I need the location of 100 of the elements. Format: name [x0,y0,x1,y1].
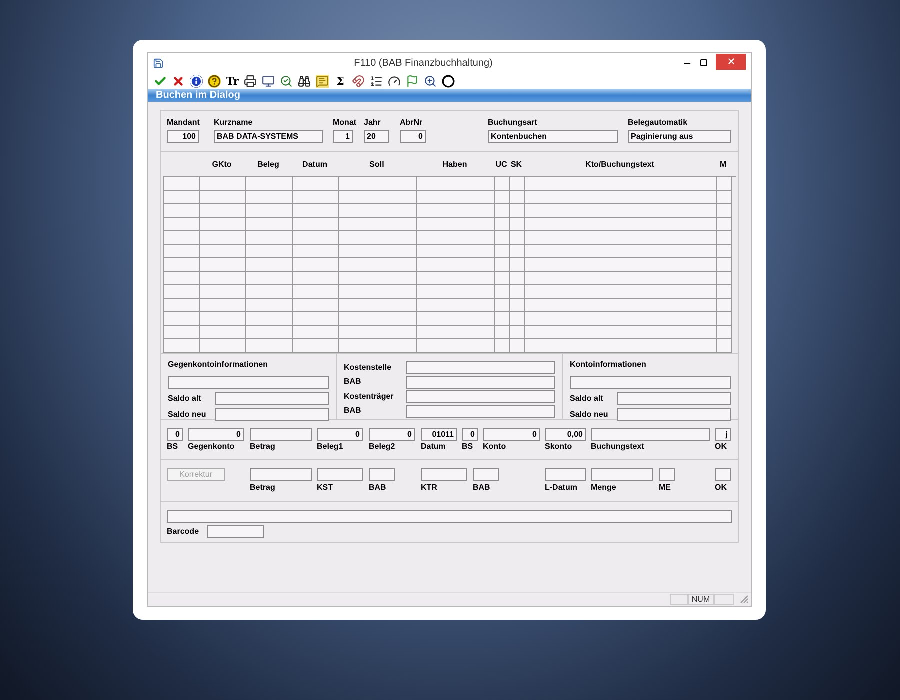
table-cell[interactable] [200,244,246,258]
table-cell[interactable] [510,204,525,218]
table-cell[interactable] [164,204,200,218]
table-cell[interactable] [246,204,293,218]
table-cell[interactable] [339,190,417,204]
table-cell[interactable] [495,272,510,285]
table-cell[interactable] [525,298,717,312]
table-cell[interactable] [339,231,417,244]
table-cell[interactable] [495,190,510,204]
table-cell[interactable] [525,312,717,326]
input-field[interactable]: Paginierung aus [628,130,731,143]
input-field[interactable] [421,468,467,481]
table-cell[interactable] [200,285,246,298]
table-cell[interactable] [717,312,732,326]
table-cell[interactable] [717,218,732,231]
table-cell[interactable] [525,231,717,244]
table-cell[interactable] [525,258,717,272]
maximize-icon[interactable] [700,59,708,67]
close-button[interactable] [716,54,746,70]
table-cell[interactable] [293,326,339,339]
table-cell[interactable] [495,326,510,339]
table-cell[interactable] [495,312,510,326]
table-cell[interactable] [495,231,510,244]
table-cell[interactable] [200,177,246,190]
table-cell[interactable] [293,177,339,190]
table-cell[interactable] [164,298,200,312]
table-cell[interactable] [200,272,246,285]
sum-button[interactable]: Σ [334,76,347,86]
binoculars-icon[interactable] [298,74,311,88]
gauge-icon[interactable] [388,74,401,88]
info-icon[interactable] [190,74,203,88]
input-field[interactable]: 0,00 [545,428,586,441]
table-cell[interactable] [510,190,525,204]
table-cell[interactable] [293,285,339,298]
table-cell[interactable] [510,298,525,312]
table-cell[interactable] [339,326,417,339]
table-cell[interactable] [495,258,510,272]
table-cell[interactable] [293,298,339,312]
input-field[interactable]: 100 [167,130,199,143]
input-field[interactable]: 1 [333,130,353,143]
table-cell[interactable] [200,326,246,339]
table-cell[interactable] [339,244,417,258]
table-cell[interactable] [717,231,732,244]
input-field[interactable] [207,525,264,538]
table-cell[interactable] [417,298,495,312]
table-cell[interactable] [246,326,293,339]
table-cell[interactable] [246,298,293,312]
table-cell[interactable] [525,326,717,339]
check-icon[interactable] [154,74,167,88]
table-cell[interactable] [417,326,495,339]
table-cell[interactable] [417,177,495,190]
input-field[interactable] [591,428,710,441]
input-field[interactable]: BAB DATA-SYSTEMS [214,130,323,143]
table-cell[interactable] [293,339,339,352]
table-cell[interactable] [510,231,525,244]
table-cell[interactable] [164,231,200,244]
table-cell[interactable] [510,244,525,258]
table-cell[interactable] [717,285,732,298]
table-cell[interactable] [495,204,510,218]
magnet-icon[interactable] [352,74,365,88]
table-cell[interactable] [339,218,417,231]
flag-icon[interactable] [406,74,419,88]
table-cell[interactable] [510,218,525,231]
table-cell[interactable] [417,285,495,298]
zoom-icon[interactable] [424,74,437,88]
circle-icon[interactable] [442,74,455,88]
input-field[interactable] [715,468,731,481]
table-cell[interactable] [510,339,525,352]
input-field[interactable]: j [715,428,731,441]
note-icon[interactable] [316,74,329,88]
table-cell[interactable] [525,285,717,298]
table-cell[interactable] [510,326,525,339]
barcode-field[interactable] [167,510,732,523]
table-cell[interactable] [510,272,525,285]
table-cell[interactable] [717,190,732,204]
table-cell[interactable] [200,339,246,352]
table-cell[interactable] [246,285,293,298]
table-cell[interactable] [510,312,525,326]
table-cell[interactable] [164,285,200,298]
table-cell[interactable] [495,177,510,190]
table-cell[interactable] [417,258,495,272]
table-cell[interactable] [717,177,732,190]
table-cell[interactable] [417,231,495,244]
table-cell[interactable] [717,244,732,258]
printer-icon[interactable] [244,74,257,88]
input-field[interactable]: 20 [364,130,389,143]
save-icon[interactable] [153,58,164,68]
table-cell[interactable] [525,177,717,190]
input-field[interactable]: 01011 [421,428,457,441]
table-cell[interactable] [246,231,293,244]
table-cell[interactable] [717,339,732,352]
table-cell[interactable] [200,231,246,244]
table-cell[interactable] [246,312,293,326]
table-cell[interactable] [417,312,495,326]
table-cell[interactable] [164,190,200,204]
table-cell[interactable] [525,204,717,218]
table-cell[interactable] [339,177,417,190]
table-cell[interactable] [525,272,717,285]
table-cell[interactable] [164,272,200,285]
table-cell[interactable] [293,272,339,285]
